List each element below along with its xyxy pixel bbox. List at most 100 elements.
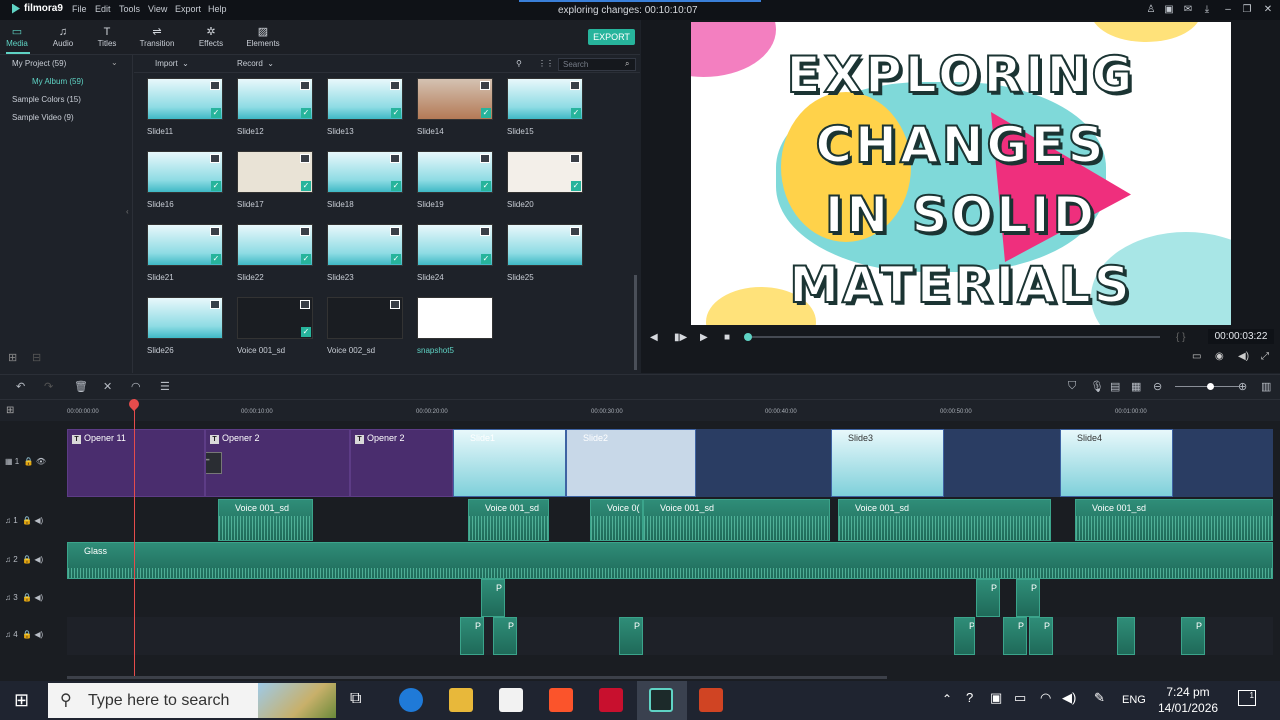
timeline-clip[interactable]: P	[976, 579, 1000, 617]
undo-icon[interactable]: ↶	[16, 380, 25, 393]
timeline-clip[interactable]: T Opener 11	[67, 429, 205, 497]
media-thumbnail[interactable]	[417, 297, 493, 339]
timeline-clip[interactable]: T Opener 2	[350, 429, 453, 497]
media-thumbnail[interactable]: ✓	[417, 224, 493, 266]
menu-edit[interactable]: Edit	[95, 4, 111, 14]
delete-icon[interactable]: 🗑	[74, 380, 88, 393]
playhead[interactable]	[134, 399, 135, 677]
timeline-clip[interactable]: P	[460, 617, 484, 655]
timeline-clip[interactable]: P	[1181, 617, 1205, 655]
tab-audio[interactable]: ♫ Audio	[41, 26, 85, 48]
media-thumbnail[interactable]: ✓	[417, 78, 493, 120]
speed-icon[interactable]: ◠	[131, 380, 141, 393]
grid-view-icon[interactable]: ⋮⋮	[538, 59, 554, 68]
mic-icon[interactable]: 🎙	[1090, 380, 1104, 393]
remove-folder-icon[interactable]: ⊟	[32, 351, 41, 364]
timeline-clip[interactable]: P	[954, 617, 975, 655]
snapshot-icon[interactable]: ◉	[1215, 351, 1224, 362]
media-thumbnail[interactable]: ✓	[237, 78, 313, 120]
timeline-clip[interactable]: Slide2	[566, 429, 696, 497]
redo-icon[interactable]: ↷	[44, 380, 53, 393]
collapse-arrow-icon[interactable]: ‹	[126, 207, 129, 216]
store-icon[interactable]	[499, 688, 523, 712]
stop-icon[interactable]: ■	[724, 332, 730, 343]
windows-start-icon[interactable]: ⊞	[14, 690, 29, 711]
fullscreen-icon[interactable]: ⤢	[1261, 351, 1269, 362]
prev-frame-icon[interactable]: ◀	[650, 332, 658, 343]
pen-icon[interactable]: ✎	[1094, 690, 1105, 706]
menu-tools[interactable]: Tools	[119, 4, 140, 14]
media-thumbnail[interactable]	[147, 297, 223, 339]
timeline-clip[interactable]: P	[619, 617, 643, 655]
timeline-clip[interactable]: P	[1029, 617, 1053, 655]
preview-scrubber[interactable]	[747, 336, 1160, 338]
timeline-scrollbar[interactable]	[67, 676, 887, 679]
mcafee-icon[interactable]	[599, 688, 623, 712]
wifi-icon[interactable]: ◠	[1040, 690, 1051, 706]
edge-icon[interactable]	[399, 688, 423, 712]
media-thumbnail[interactable]: ✓	[507, 151, 583, 193]
battery-icon[interactable]: ▭	[1014, 690, 1026, 706]
export-button[interactable]: EXPORT	[588, 29, 635, 45]
timeline-clip[interactable]: P	[493, 617, 517, 655]
media-thumbnail[interactable]: ✓	[327, 78, 403, 120]
media-thumbnail[interactable]: ✓	[147, 151, 223, 193]
marker-icon[interactable]: ⛉	[1068, 380, 1076, 393]
download-icon[interactable]: ⤓	[1201, 4, 1213, 16]
timeline-clip[interactable]: Slide4	[1060, 429, 1173, 497]
timeline-clip[interactable]: Voice 001_sd	[1075, 499, 1273, 541]
timeline-clip[interactable]: TOpener 2✛	[205, 429, 350, 497]
menu-view[interactable]: View	[148, 4, 167, 14]
zoom-handle[interactable]	[1207, 383, 1214, 390]
screen-icon[interactable]: ▣	[990, 690, 1002, 706]
file-explorer-icon[interactable]	[449, 688, 473, 712]
media-thumbnail[interactable]: ✓	[237, 297, 313, 339]
timeline-clip[interactable]: P	[481, 579, 505, 617]
search-icon[interactable]: ⌕	[625, 59, 629, 69]
timeline-clip[interactable]: P	[1003, 617, 1027, 655]
step-back-icon[interactable]: ▮▶	[674, 332, 687, 343]
timeline-clip[interactable]: Voice 001_sd	[468, 499, 549, 541]
save-icon[interactable]: ▣	[1163, 4, 1175, 16]
minimize-icon[interactable]: –	[1222, 4, 1234, 16]
new-folder-icon[interactable]: ⊞	[8, 351, 17, 364]
sidebar-item-sample-colors[interactable]: Sample Colors (15)	[12, 95, 81, 104]
language-indicator[interactable]: ENG	[1122, 694, 1146, 706]
layout-icon[interactable]: ▥	[1261, 380, 1271, 393]
tab-effects[interactable]: ✲ Effects	[189, 26, 233, 48]
adjust-icon[interactable]: ☰	[160, 380, 170, 393]
timeline-clip[interactable]: Voice 001_sd	[643, 499, 830, 541]
add-track-icon[interactable]: ⊞	[6, 405, 14, 416]
tab-elements[interactable]: ▨ Elements	[241, 26, 285, 48]
transition-icon[interactable]: ✛	[206, 452, 222, 474]
media-scrollbar[interactable]	[634, 275, 637, 370]
media-thumbnail[interactable]	[327, 297, 403, 339]
maximize-icon[interactable]: ❐	[1241, 4, 1253, 16]
mixer-icon[interactable]: ▤	[1110, 380, 1120, 393]
media-thumbnail[interactable]	[507, 224, 583, 266]
brave-icon[interactable]	[549, 688, 573, 712]
media-thumbnail[interactable]: ✓	[237, 151, 313, 193]
message-icon[interactable]: ✉	[1182, 4, 1194, 16]
sidebar-item-my-album[interactable]: My Album (59)	[32, 77, 84, 86]
close-icon[interactable]: ✕	[1262, 4, 1274, 16]
zoom-in-icon[interactable]: ⊕	[1238, 380, 1247, 393]
scrubber-handle[interactable]	[744, 333, 752, 341]
volume-icon[interactable]: ◀)	[1238, 351, 1249, 362]
menu-help[interactable]: Help	[208, 4, 227, 14]
record-dropdown[interactable]: Record ⌄	[237, 59, 274, 68]
media-thumbnail[interactable]: ✓	[417, 151, 493, 193]
tab-titles[interactable]: T Titles	[85, 26, 129, 48]
timeline-clip[interactable]: Slide3	[831, 429, 944, 497]
help-icon[interactable]: ?	[966, 690, 973, 705]
sidebar-item-my-project[interactable]: My Project (59)	[12, 59, 66, 68]
timeline-clip[interactable]: Glass	[67, 542, 1273, 579]
task-view-icon[interactable]: ⧉	[350, 690, 361, 708]
import-dropdown[interactable]: Import ⌄	[155, 59, 189, 68]
chevron-up-icon[interactable]: ⌃	[942, 692, 952, 706]
filmora-icon[interactable]	[649, 688, 673, 712]
mark-in-out-icon[interactable]: { }	[1176, 332, 1185, 343]
timeline-clip[interactable]: Voice 0(	[590, 499, 643, 541]
cut-icon[interactable]: ✕	[103, 380, 112, 393]
media-thumbnail[interactable]: ✓	[147, 78, 223, 120]
